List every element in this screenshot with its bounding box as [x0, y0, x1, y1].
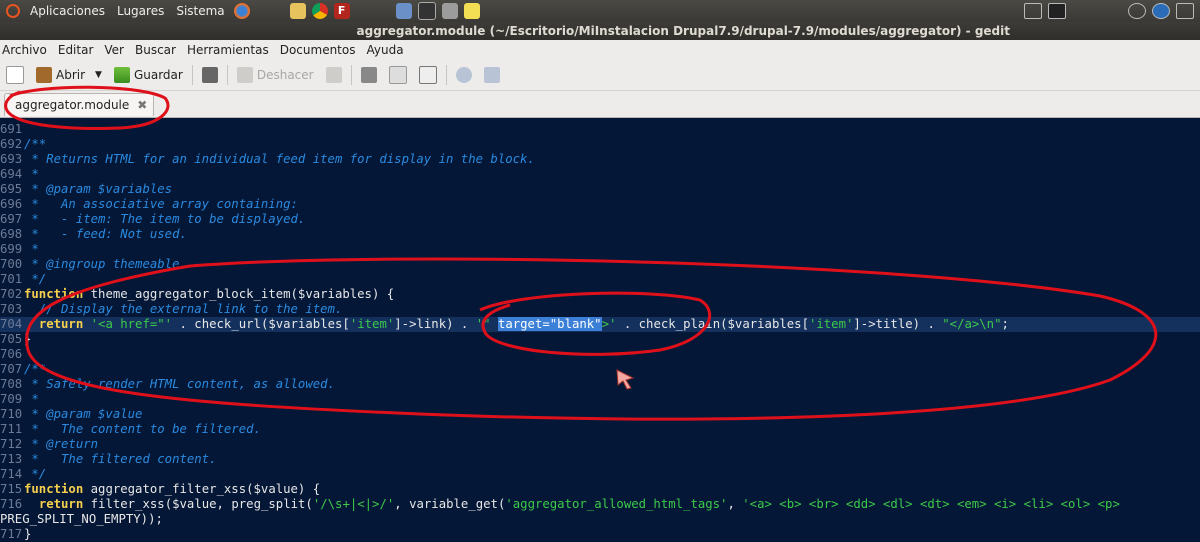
redo-icon	[325, 67, 342, 83]
new-file-icon	[6, 66, 24, 84]
toolbar-separator	[191, 65, 193, 85]
print-button[interactable]	[196, 62, 224, 88]
code-line: 697 * - item: The item to be displayed.	[0, 212, 306, 226]
open-label: Abrir	[56, 68, 86, 82]
menu-ayuda[interactable]: Ayuda	[364, 43, 408, 57]
menu-herramientas[interactable]: Herramientas	[185, 43, 274, 57]
save-label: Guardar	[133, 68, 183, 82]
code-line: 692/**	[0, 137, 47, 151]
folder-icon[interactable]	[289, 3, 306, 19]
paste-button[interactable]	[413, 62, 443, 88]
terminal-tray-icon[interactable]	[1048, 3, 1066, 19]
code-line: 707/**	[0, 362, 47, 376]
copy-button[interactable]	[383, 62, 413, 88]
code-line: 715 function aggregator_filter_xss($value…	[0, 482, 321, 496]
code-line: 713 * The filtered content.	[0, 452, 217, 466]
code-line: 699 *	[0, 242, 39, 256]
open-button[interactable]: Abrir ▼	[30, 62, 108, 88]
folder-open-icon	[36, 67, 52, 83]
code-line: 712 * @return	[0, 437, 99, 451]
tab-label: aggregator.module	[15, 98, 130, 112]
code-line: 708 * Safely render HTML content, as all…	[0, 377, 335, 391]
keyboard-indicator-icon[interactable]	[1024, 3, 1042, 19]
code-line: 701 */	[0, 272, 47, 286]
save-icon	[113, 67, 130, 83]
code-line-current: 704 return '<a href="' . check_url($vari…	[0, 317, 1200, 332]
undo-button[interactable]: Deshacer	[231, 62, 320, 88]
panel-menu-aplicaciones[interactable]: Aplicaciones	[24, 4, 111, 18]
code-line: 691	[0, 122, 23, 136]
undo-label: Deshacer	[256, 68, 314, 82]
code-editor[interactable]: 691 692/** 693 * Returns HTML for an ind…	[0, 118, 1200, 542]
filezilla-icon[interactable]: F	[333, 3, 350, 19]
code-line: 710 * @param $value	[0, 407, 143, 421]
terminal-icon[interactable]	[417, 2, 436, 20]
code-line: 693 * Returns HTML for an individual fee…	[0, 152, 535, 166]
tab-aggregator-module[interactable]: aggregator.module ✖	[4, 93, 155, 116]
menu-buscar[interactable]: Buscar	[133, 43, 181, 57]
system-tray	[1024, 0, 1200, 22]
redo-button[interactable]	[320, 62, 348, 88]
code-line: 700 * @ingroup themeable	[0, 257, 180, 271]
mouse-pointer-icon	[616, 369, 635, 390]
panel-menus: Aplicaciones Lugares Sistema F	[0, 0, 483, 22]
cut-button[interactable]	[355, 62, 383, 88]
battery-icon[interactable]	[1176, 3, 1194, 19]
scissors-icon	[360, 67, 377, 83]
hp-icon[interactable]	[1152, 3, 1170, 19]
print-icon	[201, 67, 218, 83]
code-line: 717}	[0, 527, 32, 541]
toolbar-separator	[445, 65, 447, 85]
menubar: Archivo Editar Ver Buscar Herramientas D…	[0, 40, 1200, 60]
panel-menu-sistema[interactable]: Sistema	[170, 4, 230, 18]
screenshot-icon[interactable]	[441, 3, 458, 19]
save-button[interactable]: Guardar	[108, 62, 189, 88]
chrome-icon[interactable]	[311, 3, 328, 19]
new-file-button[interactable]	[0, 62, 30, 88]
menu-documentos[interactable]: Documentos	[278, 43, 361, 57]
virtualbox-icon[interactable]	[395, 3, 412, 19]
window-title-bar: aggregator.module (~/Escritorio/MiInstal…	[0, 22, 1200, 40]
find-replace-icon	[483, 67, 500, 83]
toolbar-separator	[350, 65, 352, 85]
code-line: 706	[0, 347, 23, 361]
wifi-icon[interactable]	[1128, 3, 1146, 19]
code-line: 716 return filter_xss($value, preg_split…	[0, 497, 1120, 511]
window-title: aggregator.module (~/Escritorio/MiInstal…	[356, 24, 1010, 38]
code-line: 696 * An associative array containing:	[0, 197, 298, 211]
code-line: 698 * - feed: Not used.	[0, 227, 187, 241]
replace-button[interactable]	[478, 62, 506, 88]
toolbar-separator	[226, 65, 228, 85]
top-panel: Aplicaciones Lugares Sistema F	[0, 0, 1200, 22]
menu-ver[interactable]: Ver	[102, 43, 129, 57]
notes-icon[interactable]	[463, 3, 480, 19]
code-line: 702 function theme_aggregator_block_item(…	[0, 287, 395, 301]
code-line: 703 // Display the external link to the …	[0, 302, 343, 316]
copy-icon	[388, 66, 407, 84]
document-tabbar: aggregator.module ✖	[0, 91, 1200, 118]
code-line: 709 *	[0, 392, 39, 406]
close-icon[interactable]: ✖	[137, 98, 147, 112]
code-line: 694 *	[0, 167, 39, 181]
search-icon	[455, 67, 472, 83]
firefox-icon[interactable]	[233, 3, 250, 19]
paste-icon	[418, 66, 437, 84]
chevron-down-icon[interactable]: ▼	[95, 70, 102, 80]
panel-menu-lugares[interactable]: Lugares	[111, 4, 170, 18]
code-line: 711 * The content to be filtered.	[0, 422, 261, 436]
menu-editar[interactable]: Editar	[56, 43, 99, 57]
code-line: 714 */	[0, 467, 47, 481]
undo-icon	[236, 67, 253, 83]
find-button[interactable]	[450, 62, 478, 88]
menu-archivo[interactable]: Archivo	[0, 43, 52, 57]
code-line-wrapped: PREG_SPLIT_NO_EMPTY));	[0, 512, 163, 526]
toolbar: Abrir ▼ Guardar Deshacer	[0, 60, 1200, 91]
code-line: 695 * @param $variables	[0, 182, 173, 196]
ubuntu-logo-icon[interactable]	[6, 4, 20, 18]
code-line: 705}	[0, 332, 32, 346]
